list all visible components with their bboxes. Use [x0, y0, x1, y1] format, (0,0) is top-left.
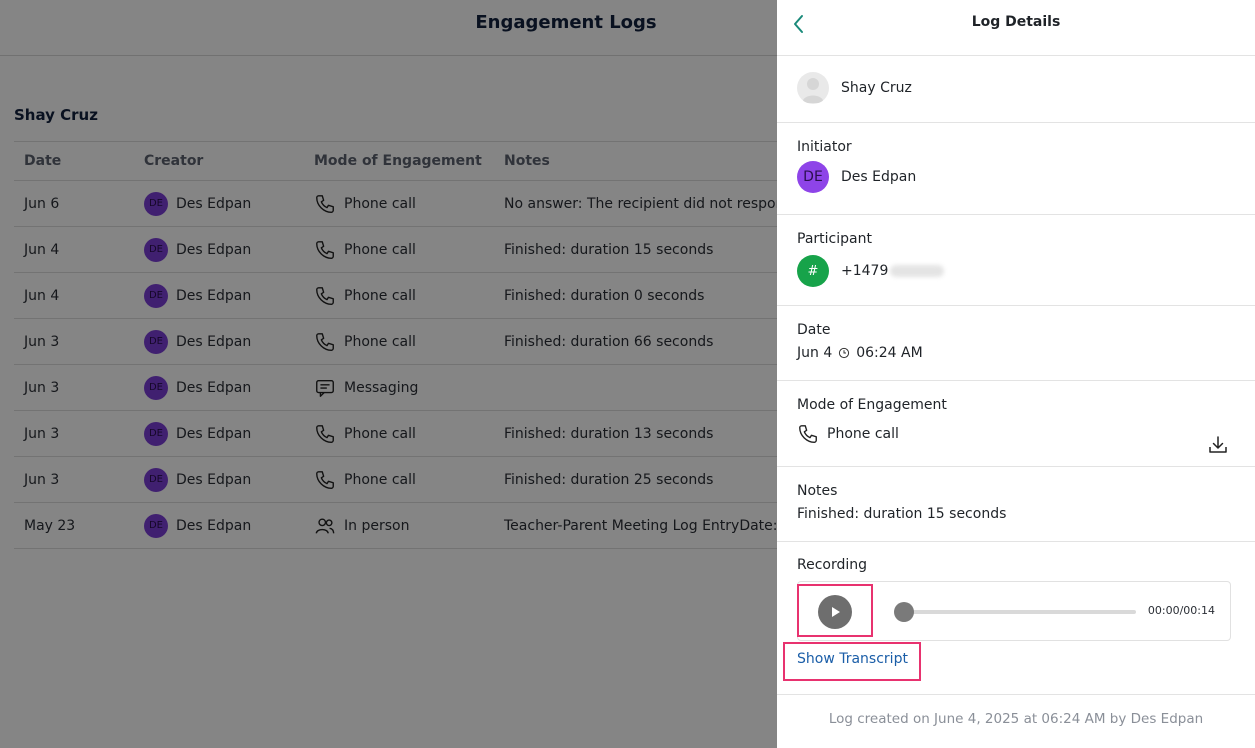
drawer-header: Log Details [777, 0, 1255, 56]
person-placeholder-icon [802, 78, 824, 103]
student-section: Shay Cruz [777, 56, 1255, 123]
mode-section: Mode of Engagement Phone call [777, 381, 1255, 467]
participant-section: Participant # +1479 [777, 215, 1255, 306]
clock-icon [839, 347, 850, 359]
seek-thumb[interactable] [894, 602, 914, 622]
initiator-label: Initiator [797, 139, 852, 155]
redacted-phone-digits [890, 265, 945, 277]
initiator-section: Initiator DE Des Edpan [777, 123, 1255, 215]
participant-avatar: # [797, 255, 829, 287]
notes-value: Finished: duration 15 seconds [797, 506, 1007, 522]
student-avatar [797, 72, 829, 104]
initiator-avatar: DE [797, 161, 829, 193]
initiator-name: Des Edpan [841, 169, 917, 185]
log-created-footer: Log created on June 4, 2025 at 06:24 AM … [828, 711, 1204, 727]
notes-label: Notes [797, 483, 838, 499]
download-recording-button[interactable] [1207, 434, 1229, 456]
highlight-play-button [797, 584, 873, 637]
highlight-show-transcript [783, 642, 921, 681]
date-time: 06:24 AM [856, 345, 923, 361]
seek-track[interactable] [904, 610, 1136, 614]
phone-icon [799, 425, 817, 443]
student-name-value: Shay Cruz [841, 80, 912, 96]
date-label: Date [797, 322, 831, 338]
mode-label: Mode of Engagement [797, 397, 947, 413]
notes-section: Notes Finished: duration 15 seconds [777, 467, 1255, 542]
download-icon [1209, 436, 1227, 453]
recording-label: Recording [797, 557, 868, 573]
drawer-title: Log Details [971, 14, 1061, 30]
participant-phone-prefix: +1479 [841, 263, 889, 279]
participant-phone: +1479 [841, 263, 945, 279]
date-section: Date Jun 4 06:24 AM [777, 306, 1255, 381]
mode-value: Phone call [827, 426, 899, 442]
participant-label: Participant [797, 231, 872, 247]
log-details-drawer: Log Details Shay Cruz Initiator DE Des E… [777, 0, 1255, 748]
footer-divider [777, 694, 1255, 695]
playback-time: 00:00/00:14 [1147, 604, 1215, 617]
date-day: Jun 4 [797, 345, 833, 361]
